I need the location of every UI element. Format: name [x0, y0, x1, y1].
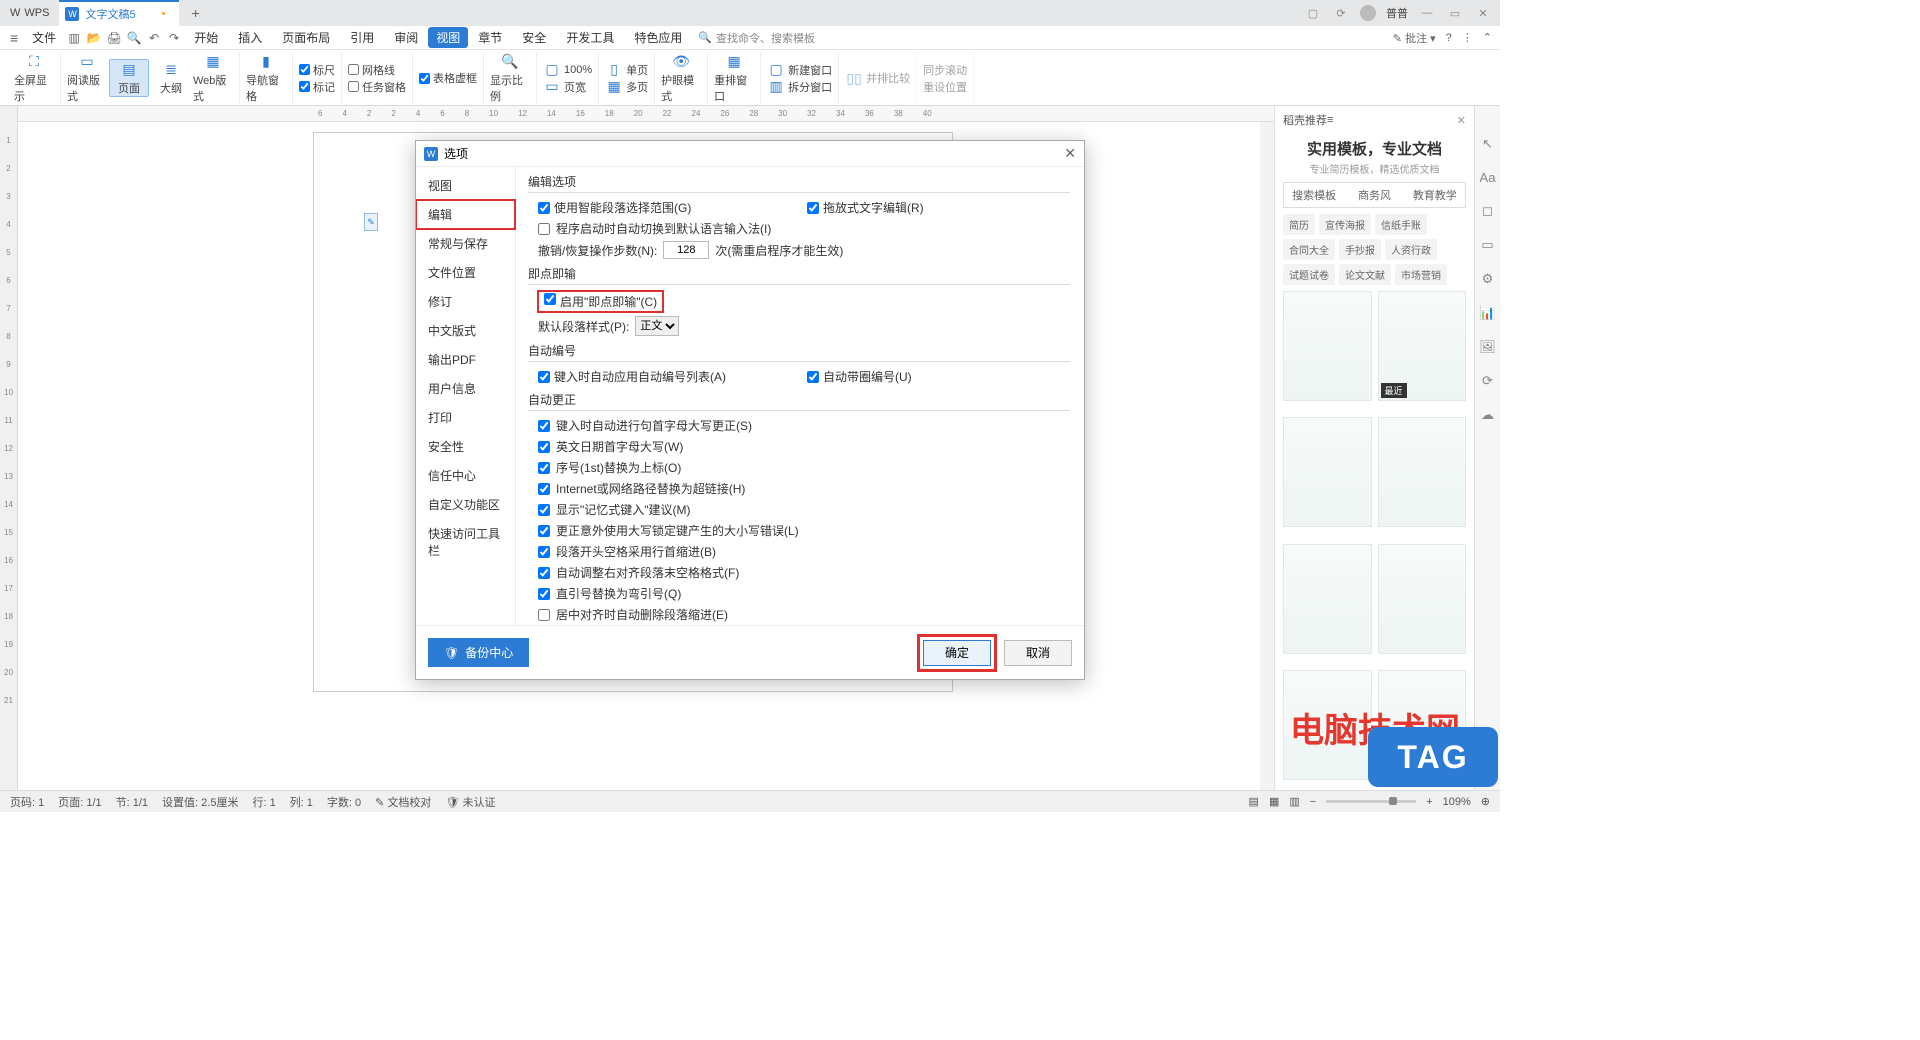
undo-label: 撤销/恢复操作步数(N):	[538, 242, 657, 259]
dialog-title: 选项	[444, 145, 468, 162]
status-line: 行: 1	[252, 794, 275, 810]
dialog-content: 编辑选项 使用智能段落选择范围(G) 拖放式文字编辑(R) 程序启动时自动切换到…	[516, 167, 1084, 625]
chk-caps[interactable]	[538, 525, 550, 537]
undo-hint: 次(需重启程序才能生效)	[715, 242, 843, 259]
chk-indent[interactable]	[538, 546, 550, 558]
chk-align[interactable]	[538, 567, 550, 579]
chk-autocircle[interactable]	[807, 371, 819, 383]
dialog-close-icon[interactable]: ✕	[1064, 145, 1076, 162]
ok-button[interactable]: 确定	[923, 640, 991, 666]
section-autofix: 自动更正	[528, 391, 1070, 411]
side-trust[interactable]: 信任中心	[416, 461, 515, 490]
chk-cap[interactable]	[538, 420, 550, 432]
side-userinfo[interactable]: 用户信息	[416, 374, 515, 403]
backup-center-button[interactable]: 🛡 备份中心	[428, 638, 529, 667]
status-page[interactable]: 页码: 1	[10, 794, 44, 810]
view-web-icon[interactable]: ▦	[1269, 795, 1279, 808]
side-view[interactable]: 视图	[416, 171, 515, 200]
side-customribbon[interactable]: 自定义功能区	[416, 490, 515, 519]
modal-overlay: W 选项 ✕ 视图 编辑 常规与保存 文件位置 修订 中文版式 输出PDF 用户…	[0, 0, 1500, 812]
side-chinese[interactable]: 中文版式	[416, 316, 515, 345]
view-print-icon[interactable]: ▤	[1249, 795, 1259, 808]
section-click: 即点即输	[528, 265, 1070, 285]
zoom-in-icon[interactable]: +	[1426, 796, 1432, 808]
side-edit[interactable]: 编辑	[416, 200, 515, 229]
defstyle-label: 默认段落样式(P):	[538, 318, 629, 335]
chk-drag[interactable]	[807, 202, 819, 214]
chk-engweek[interactable]	[538, 441, 550, 453]
section-edit: 编辑选项	[528, 173, 1070, 193]
section-autonum: 自动编号	[528, 342, 1070, 362]
chk-url[interactable]	[538, 483, 550, 495]
watermark-tag: TAG	[1368, 727, 1498, 787]
side-revision[interactable]: 修订	[416, 287, 515, 316]
side-general[interactable]: 常规与保存	[416, 229, 515, 258]
zoom-out-icon[interactable]: −	[1310, 796, 1316, 808]
fit-icon[interactable]: ⊕	[1481, 795, 1490, 808]
status-section[interactable]: 节: 1/1	[116, 794, 148, 810]
status-pos: 设置值: 2.5厘米	[162, 794, 238, 810]
status-words[interactable]: 字数: 0	[327, 794, 361, 810]
proof-icon[interactable]: ✎ 文档校对	[375, 794, 431, 810]
side-pdf[interactable]: 输出PDF	[416, 345, 515, 374]
chk-ord[interactable]	[538, 462, 550, 474]
side-print[interactable]: 打印	[416, 403, 515, 432]
chk-quote[interactable]	[538, 588, 550, 600]
dialog-logo-icon: W	[424, 147, 438, 161]
chk-smartpara[interactable]	[538, 202, 550, 214]
view-outline-icon[interactable]: ▥	[1289, 795, 1299, 808]
zoom-slider[interactable]	[1326, 800, 1416, 803]
chk-center[interactable]	[538, 609, 550, 621]
zoom-value[interactable]: 109%	[1443, 796, 1471, 808]
side-security[interactable]: 安全性	[416, 432, 515, 461]
options-dialog: W 选项 ✕ 视图 编辑 常规与保存 文件位置 修订 中文版式 输出PDF 用户…	[415, 140, 1085, 680]
dialog-sidebar: 视图 编辑 常规与保存 文件位置 修订 中文版式 输出PDF 用户信息 打印 安…	[416, 167, 516, 625]
auth-icon[interactable]: 🛡 未认证	[445, 794, 495, 810]
chk-memo[interactable]	[538, 504, 550, 516]
side-qat[interactable]: 快速访问工具栏	[416, 519, 515, 565]
chk-clickenable[interactable]	[544, 293, 556, 305]
side-filelocation[interactable]: 文件位置	[416, 258, 515, 287]
chk-autoswitch[interactable]	[538, 223, 550, 235]
cancel-button[interactable]: 取消	[1004, 640, 1072, 666]
status-pages[interactable]: 页面: 1/1	[58, 794, 101, 810]
undo-steps-input[interactable]	[663, 241, 709, 259]
chk-autonum[interactable]	[538, 371, 550, 383]
status-col: 列: 1	[290, 794, 313, 810]
status-bar: 页码: 1 页面: 1/1 节: 1/1 设置值: 2.5厘米 行: 1 列: …	[0, 790, 1500, 812]
defstyle-select[interactable]: 正文	[635, 316, 679, 336]
